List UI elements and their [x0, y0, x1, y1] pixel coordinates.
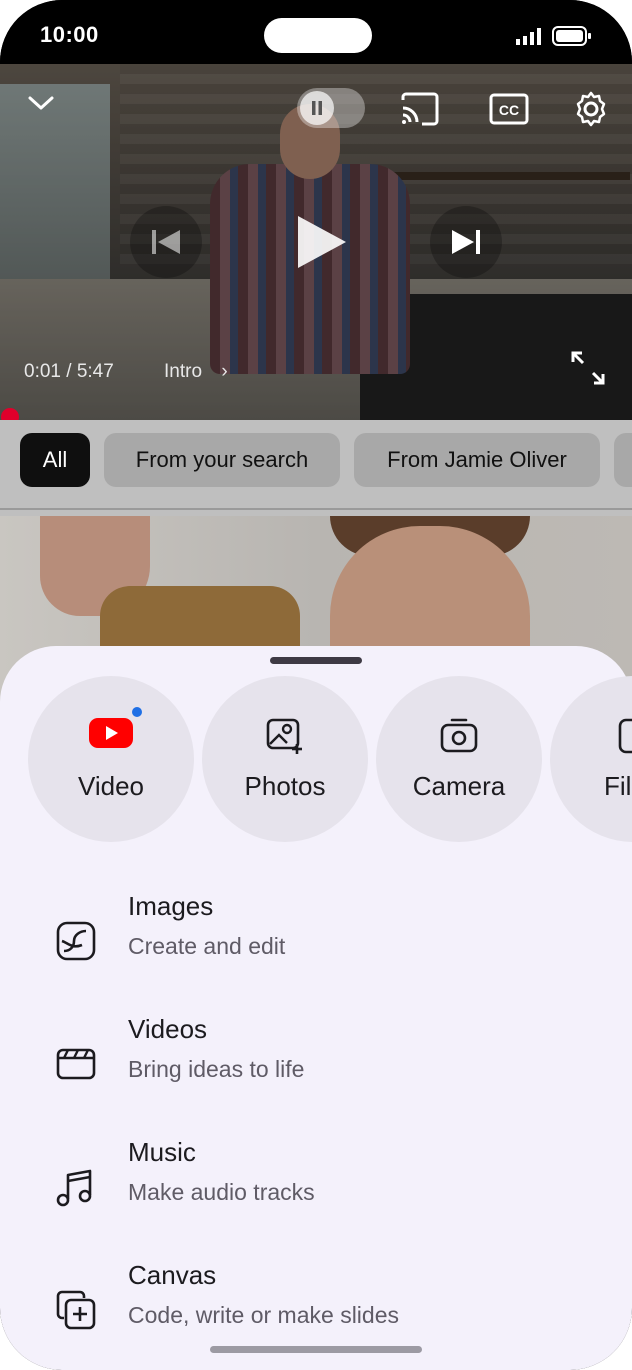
music-note-icon: [56, 1169, 92, 1207]
tile-files-label: Fil: [604, 771, 632, 801]
sheet-drag-handle[interactable]: [270, 657, 362, 664]
chips-divider: [0, 508, 632, 510]
chapter-button[interactable]: Intro ›: [164, 361, 228, 383]
video-player[interactable]: CC 0:01 / 5:47 Intro ›: [0, 64, 632, 420]
tile-photos[interactable]: Photos: [202, 676, 368, 842]
canvas-add-icon: [56, 1290, 96, 1330]
row-images-title: Images: [128, 891, 214, 921]
video-new-badge: [132, 707, 142, 717]
dynamic-island: [264, 18, 372, 53]
row-canvas-title: Canvas: [128, 1260, 217, 1290]
tile-camera-label: Camera: [412, 771, 506, 801]
row-videos-title: Videos: [128, 1014, 208, 1044]
add-photo-icon: [202, 716, 368, 756]
minimize-button[interactable]: [26, 92, 56, 114]
battery-icon: [552, 26, 591, 46]
video-timecode: 0:01 / 5:47: [24, 361, 114, 382]
filter-chips: All From your search From Jamie Oliver: [0, 420, 632, 516]
previous-icon: [152, 230, 180, 254]
row-music-subtitle: Make audio tracks: [128, 1179, 315, 1205]
next-button[interactable]: [430, 206, 502, 278]
home-indicator[interactable]: [210, 1346, 422, 1353]
camera-icon: [376, 716, 542, 756]
previous-button[interactable]: [130, 206, 202, 278]
settings-button[interactable]: [572, 90, 610, 128]
attachment-sheet: Video Photos Camera Fil Images Create an…: [0, 646, 632, 1370]
cast-icon: [401, 92, 439, 126]
row-images-subtitle: Create and edit: [128, 933, 286, 959]
clapperboard-icon: [56, 1048, 96, 1080]
play-icon: [298, 216, 346, 268]
next-icon: [452, 230, 480, 254]
captions-button[interactable]: CC: [489, 92, 529, 126]
tile-video[interactable]: Video: [28, 676, 194, 842]
fullscreen-button[interactable]: [570, 350, 606, 386]
file-icon: [550, 716, 632, 756]
chip-from-jamie-oliver[interactable]: From Jamie Oliver: [354, 433, 600, 487]
row-images[interactable]: Images Create and edit: [0, 891, 632, 1001]
tile-video-label: Video: [77, 771, 145, 801]
chapter-label: Intro: [164, 361, 203, 382]
signal-icon: [516, 28, 541, 45]
row-canvas[interactable]: Canvas Code, write or make slides: [0, 1260, 632, 1370]
phone-screen: 10:00 CC 0:01 / 5:47 Intro › All From yo…: [0, 0, 632, 1370]
pause-icon: [300, 91, 334, 125]
closed-captions-icon: CC: [489, 93, 529, 125]
chevron-down-icon: [28, 96, 54, 110]
chip-all[interactable]: All: [20, 433, 90, 487]
row-music[interactable]: Music Make audio tracks: [0, 1137, 632, 1247]
row-music-title: Music: [128, 1137, 196, 1167]
status-bar: 10:00: [0, 0, 632, 64]
tile-photos-label: Photos: [244, 771, 326, 801]
cast-button[interactable]: [400, 92, 440, 126]
status-time: 10:00: [40, 22, 99, 47]
play-button[interactable]: [294, 214, 348, 270]
chip-from-your-search[interactable]: From your search: [104, 433, 340, 487]
youtube-icon: [28, 716, 194, 756]
row-canvas-subtitle: Code, write or make slides: [128, 1302, 399, 1328]
svg-text:CC: CC: [499, 102, 519, 118]
row-videos[interactable]: Videos Bring ideas to life: [0, 1014, 632, 1124]
settings-icon: [576, 91, 606, 127]
tile-files[interactable]: Fil: [550, 676, 632, 842]
fullscreen-icon: [571, 351, 605, 385]
image-edit-icon: [56, 921, 96, 961]
chevron-right-icon: ›: [221, 361, 228, 382]
row-videos-subtitle: Bring ideas to life: [128, 1056, 305, 1082]
chip-more[interactable]: [614, 433, 632, 487]
tile-camera[interactable]: Camera: [376, 676, 542, 842]
